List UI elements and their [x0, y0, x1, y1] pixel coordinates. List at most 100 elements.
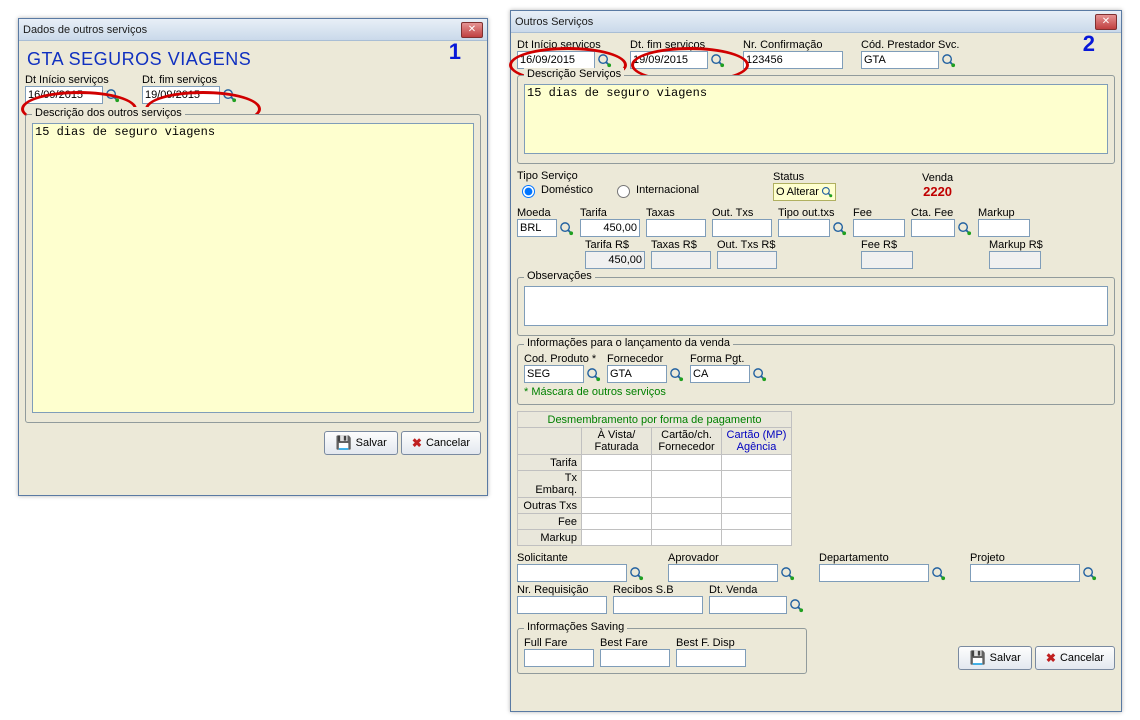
lookup-icon[interactable] [628, 565, 644, 581]
save-button[interactable]: 💾Salvar [324, 431, 397, 455]
nrreq-input[interactable] [517, 596, 607, 614]
depto-input[interactable] [819, 564, 929, 582]
solic-input[interactable] [517, 564, 627, 582]
tipoout-input[interactable] [778, 219, 830, 237]
lookup-icon[interactable] [558, 220, 574, 236]
fee-label: Fee [853, 207, 905, 219]
depto-label: Departamento [819, 552, 964, 564]
lookup-icon[interactable] [831, 220, 847, 236]
cancel-button[interactable]: ✖Cancelar [1035, 646, 1115, 670]
lookup-icon[interactable] [940, 52, 956, 68]
close-icon[interactable]: ✕ [461, 22, 483, 38]
saving-label: Informações Saving [524, 621, 627, 633]
taxas-input[interactable] [646, 219, 706, 237]
annotation-1: 1 [449, 39, 461, 65]
desc-textarea[interactable] [524, 84, 1108, 154]
lookup-icon[interactable] [751, 366, 767, 382]
dt-inicio-label: Dt Início serviços [25, 74, 120, 86]
radio-domestico[interactable]: Doméstico [517, 182, 593, 198]
status-alterar-button[interactable]: OAlterar [773, 183, 836, 201]
aprov-input[interactable] [668, 564, 778, 582]
lookup-icon[interactable] [956, 220, 972, 236]
fullfare-input[interactable] [524, 649, 594, 667]
desc-textarea[interactable] [32, 123, 474, 413]
dt-fim-input[interactable] [142, 86, 220, 104]
dt-fim-label: Dt. fim serviços [142, 74, 237, 86]
outtxsrs-input [717, 251, 777, 269]
status-label: Status [773, 171, 836, 183]
lookup-icon[interactable] [221, 87, 237, 103]
recibos-input[interactable] [613, 596, 703, 614]
grid-row-header: Markup [518, 530, 582, 546]
mask-note: * Máscara de outros serviços [524, 386, 1108, 398]
save-label: Salvar [990, 652, 1021, 664]
bestfare-label: Best Fare [600, 637, 670, 649]
fullfare-label: Full Fare [524, 637, 594, 649]
markuprs-input [989, 251, 1041, 269]
status-text: Alterar [787, 186, 819, 198]
lookup-icon[interactable] [930, 565, 946, 581]
moeda-input[interactable] [517, 219, 557, 237]
radio-domestico-input[interactable] [522, 185, 535, 198]
cancel-label: Cancelar [426, 437, 470, 449]
moeda-label: Moeda [517, 207, 574, 219]
projeto-input[interactable] [970, 564, 1080, 582]
fee-input[interactable] [853, 219, 905, 237]
save-label: Salvar [356, 437, 387, 449]
grid-title: Desmembramento por forma de pagamento [518, 412, 792, 428]
radio-internacional[interactable]: Internacional [612, 182, 699, 198]
page-title: GTA SEGUROS VIAGENS [27, 49, 481, 70]
lookup-icon[interactable] [104, 87, 120, 103]
outtxs-input[interactable] [712, 219, 772, 237]
tipo-label: Tipo Serviço [517, 170, 747, 182]
status-prefix: O [776, 186, 785, 198]
dtvenda-input[interactable] [709, 596, 787, 614]
markup-input[interactable] [978, 219, 1030, 237]
markuprs-label: Markup R$ [989, 239, 1043, 251]
nrreq-label: Nr. Requisição [517, 584, 607, 596]
lookup-icon[interactable] [585, 366, 601, 382]
dtvenda-label: Dt. Venda [709, 584, 804, 596]
aprov-label: Aprovador [668, 552, 813, 564]
save-button[interactable]: 💾 Salvar [958, 646, 1031, 670]
cancel-button[interactable]: ✖Cancelar [401, 431, 481, 455]
tarifars-input [585, 251, 645, 269]
formapgt-input[interactable] [690, 365, 750, 383]
lookup-icon[interactable] [788, 597, 804, 613]
dt-fim-label: Dt. fim serviços [630, 39, 725, 51]
lookup-icon[interactable] [596, 52, 612, 68]
confirm-input[interactable] [743, 51, 843, 69]
lookup-icon[interactable] [779, 565, 795, 581]
dt-inicio-input[interactable] [517, 51, 595, 69]
taxas-label: Taxas [646, 207, 706, 219]
ctafee-input[interactable] [911, 219, 955, 237]
lookup-icon[interactable] [709, 52, 725, 68]
grid-row-header: Outras Txs [518, 498, 582, 514]
outtxsrs-label: Out. Txs R$ [717, 239, 777, 251]
prestador-input[interactable] [861, 51, 939, 69]
payment-breakdown-table: Desmembramento por forma de pagamento À … [517, 411, 792, 546]
col-cartao-agencia: Cartão (MP) Agência [722, 428, 792, 455]
dt-inicio-input[interactable] [25, 86, 103, 104]
confirm-label: Nr. Confirmação [743, 39, 843, 51]
lookup-icon[interactable] [668, 366, 684, 382]
obs-textarea[interactable] [524, 286, 1108, 326]
codprod-input[interactable] [524, 365, 584, 383]
close-icon[interactable]: ✕ [1095, 14, 1117, 30]
grid-row-header: Tx Embarq. [518, 471, 582, 498]
dt-inicio-label: Dt Início serviços [517, 39, 612, 51]
bestfare-input[interactable] [600, 649, 670, 667]
radio-internacional-input[interactable] [617, 185, 630, 198]
lookup-icon[interactable] [1081, 565, 1097, 581]
obs-label: Observações [524, 270, 595, 282]
fornec-input[interactable] [607, 365, 667, 383]
tarifa-input[interactable] [580, 219, 640, 237]
bestdisp-input[interactable] [676, 649, 746, 667]
ctafee-label: Cta. Fee [911, 207, 972, 219]
window1-title: Dados de outros serviços [23, 24, 459, 36]
recibos-label: Recibos S.B [613, 584, 703, 596]
feers-label: Fee R$ [861, 239, 913, 251]
dt-fim-input[interactable] [630, 51, 708, 69]
save-icon: 💾 [969, 650, 985, 666]
outtxs-label: Out. Txs [712, 207, 772, 219]
